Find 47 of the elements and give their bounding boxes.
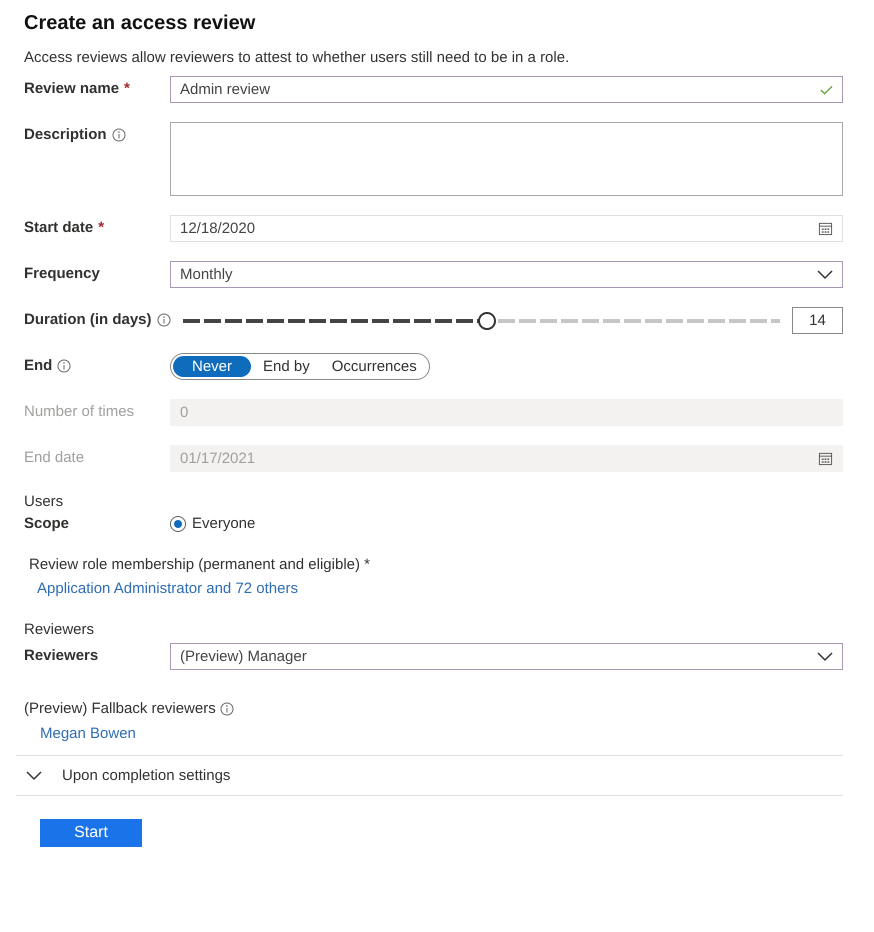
- required-mark: *: [124, 80, 130, 97]
- reviewers-dropdown[interactable]: (Preview) Manager: [170, 643, 843, 670]
- description-field[interactable]: [170, 122, 843, 196]
- expander-label: Upon completion settings: [62, 767, 230, 784]
- duration-input[interactable]: 14: [792, 307, 843, 334]
- field-label: Start date: [24, 219, 94, 236]
- field-label: Reviewers: [24, 647, 98, 664]
- fallback-label: (Preview) Fallback reviewers: [24, 700, 216, 717]
- radio-label: Everyone: [192, 515, 256, 532]
- field-value: 12/18/2020: [180, 220, 256, 237]
- fallback-link[interactable]: Megan Bowen: [40, 725, 136, 742]
- segment-option[interactable]: Occurrences: [322, 356, 427, 377]
- field-value: 0: [180, 404, 188, 421]
- field-value: Admin review: [180, 81, 270, 98]
- membership-label: Review role membership (permanent and eligible) *: [29, 556, 371, 573]
- field-label: Duration (in days): [24, 311, 152, 328]
- segment-option[interactable]: Never: [173, 356, 252, 377]
- calendar-icon: [818, 221, 833, 236]
- field-value: 01/17/2021: [180, 450, 256, 467]
- field-label: End: [24, 357, 52, 374]
- field-label: End date: [24, 449, 84, 466]
- section-heading: Users: [24, 493, 64, 510]
- calendar-icon: [818, 451, 833, 466]
- field-label: Review name: [24, 80, 120, 97]
- radio-button[interactable]: [170, 516, 186, 532]
- start-button[interactable]: Start: [40, 819, 142, 847]
- required-mark: *: [98, 219, 104, 236]
- field-label: Scope: [24, 515, 70, 532]
- chevron-icon: [26, 770, 42, 780]
- section-heading: Reviewers: [24, 621, 96, 638]
- membership-link[interactable]: Application Administrator and 72 others: [37, 580, 298, 597]
- date-field[interactable]: 12/18/2020: [170, 215, 843, 242]
- frequency-dropdown[interactable]: Monthly: [170, 261, 843, 288]
- field-value: (Preview) Manager: [180, 648, 307, 665]
- chevron-down-icon: [817, 270, 833, 280]
- completion-expander[interactable]: Upon completion settings: [16, 755, 843, 796]
- page-description: Access reviews allow reviewers to attest to whether users still need to be in a role.: [24, 49, 570, 66]
- field-label: Description: [24, 126, 107, 143]
- slider-thumb[interactable]: [478, 312, 496, 330]
- field-label: Frequency: [24, 265, 100, 282]
- radio-option[interactable]: Everyone: [170, 515, 256, 532]
- text-field[interactable]: Admin review: [170, 76, 843, 103]
- page-title: Create an access review: [24, 12, 256, 35]
- field-value: Monthly: [180, 266, 233, 283]
- field-label: Number of times: [24, 403, 134, 420]
- chevron-down-icon: [817, 652, 833, 662]
- segment-option[interactable]: End by: [253, 356, 320, 377]
